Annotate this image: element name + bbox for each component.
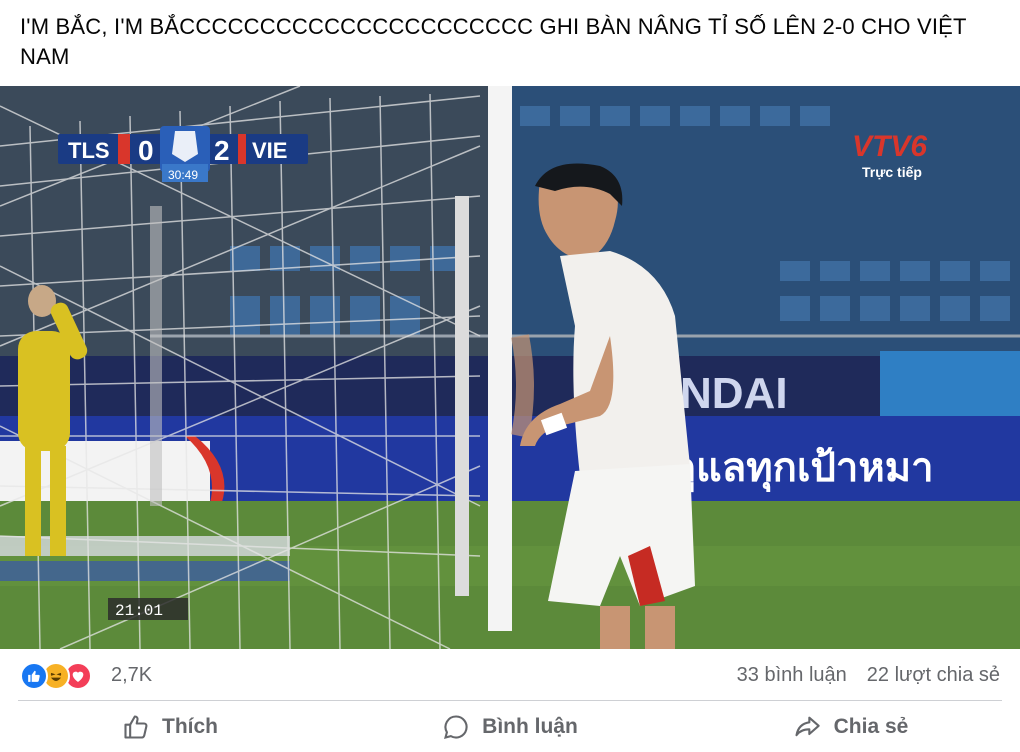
channel-logo-text: VTV6 <box>852 130 927 163</box>
ad-text-top: NDAI <box>680 369 788 418</box>
share-count[interactable]: 22 lượt chia sẻ <box>867 664 1000 687</box>
like-label: Thích <box>162 714 218 738</box>
home-team: TLS <box>68 138 110 163</box>
away-score: 2 <box>214 135 230 166</box>
reactions-bar: 2,7K 33 bình luận 22 lượt chia sẻ <box>0 650 1020 702</box>
action-bar: Thích Bình luận Chia sẻ <box>0 701 1020 752</box>
comment-icon <box>444 714 468 739</box>
share-icon <box>795 716 820 736</box>
like-icon <box>20 662 48 690</box>
like-button[interactable]: Thích <box>0 701 340 752</box>
share-label: Chia sẻ <box>833 714 909 738</box>
ad-text-bottom: ดูแลทุกเป้าหมา <box>670 445 934 493</box>
home-score: 0 <box>138 135 154 166</box>
live-label: Trực tiếp <box>862 164 922 180</box>
reaction-count[interactable]: 2,7K <box>111 664 152 687</box>
match-time: 30:49 <box>168 168 198 182</box>
channel-logo: VTV6 Trực tiếp <box>852 130 927 180</box>
comment-label: Bình luận <box>482 714 578 738</box>
replay-clock: 21:01 <box>115 602 163 620</box>
away-team: VIE <box>252 138 287 163</box>
reaction-icons[interactable] <box>20 662 106 690</box>
comment-button[interactable]: Bình luận <box>340 701 680 752</box>
share-button[interactable]: Chia sẻ <box>680 701 1020 752</box>
comment-count[interactable]: 33 bình luận <box>737 664 847 687</box>
thumbs-up-icon <box>124 714 148 739</box>
video-scene: NDAI ดูแลทุกเป้าหมา TLS 0 2 VIE 30:49 VT… <box>0 86 1020 649</box>
video-frame[interactable]: NDAI ดูแลทุกเป้าหมา TLS 0 2 VIE 30:49 VT… <box>0 86 1020 649</box>
post-text: I'M BẮC, I'M BẮCCCCCCCCCCCCCCCCCCCCCC GH… <box>20 14 967 69</box>
